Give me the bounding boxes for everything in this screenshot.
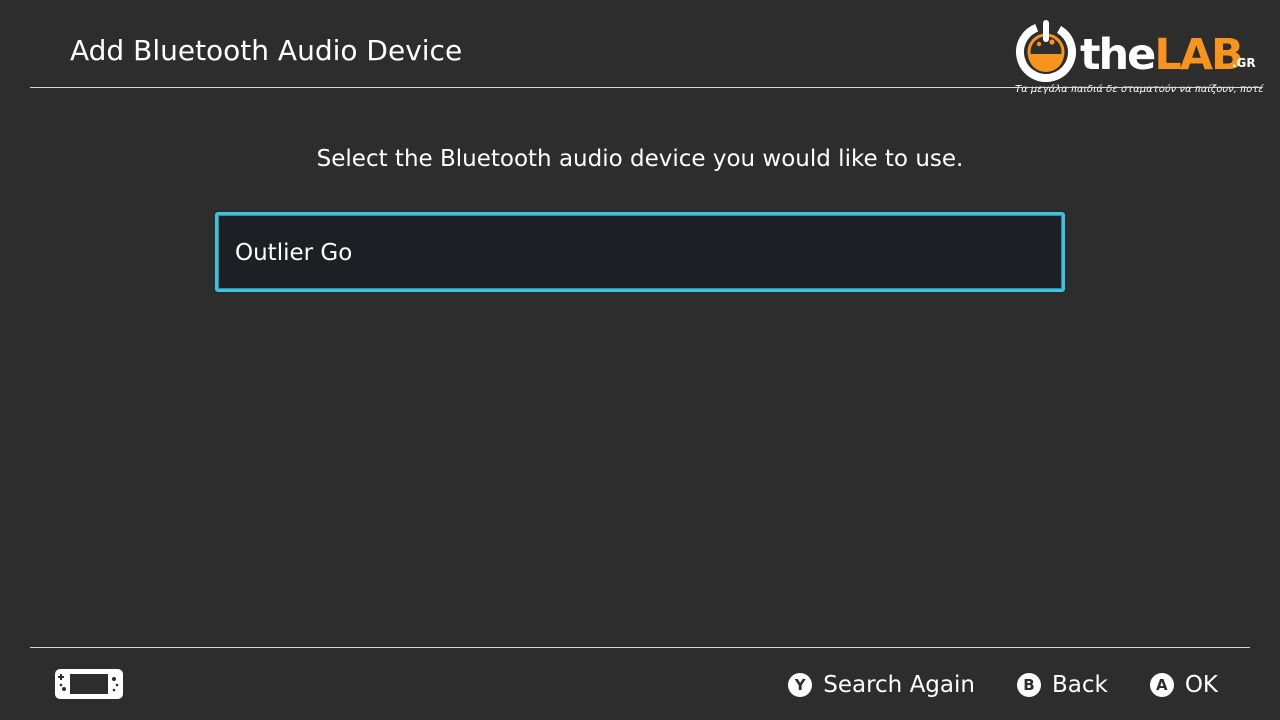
- brand-suffix: .GR: [1232, 56, 1256, 70]
- footer-divider: [30, 647, 1250, 648]
- a-button-icon: A: [1149, 673, 1174, 697]
- page-title: Add Bluetooth Audio Device: [70, 34, 463, 67]
- power-logo-icon: [1016, 20, 1076, 82]
- search-again-label: Search Again: [823, 672, 975, 698]
- brand-the: the: [1080, 30, 1156, 80]
- back-action[interactable]: B Back: [1016, 668, 1108, 702]
- header-divider: [30, 87, 1262, 88]
- brand-wordmark: theLAB: [1080, 30, 1244, 80]
- device-name: Outlier Go: [235, 240, 353, 266]
- ok-action[interactable]: A OK: [1149, 668, 1218, 702]
- back-label: Back: [1051, 672, 1108, 698]
- brand-lab: LAB: [1154, 30, 1243, 80]
- ok-label: OK: [1184, 672, 1218, 698]
- handheld-console-icon: [55, 669, 123, 699]
- brand-tagline: Τα μεγάλα παιδιά δε σταματούν να παίζουν…: [1015, 84, 1264, 95]
- y-button-icon: Y: [788, 673, 813, 697]
- device-list-item[interactable]: Outlier Go: [215, 212, 1065, 292]
- bluetooth-audio-screen: Add Bluetooth Audio Device theLAB .GR Τα…: [0, 0, 1280, 720]
- b-button-icon: B: [1016, 673, 1041, 697]
- footer-actions: Y Search Again B Back A OK: [746, 668, 1218, 702]
- instruction-text: Select the Bluetooth audio device you wo…: [316, 146, 964, 172]
- search-again-action[interactable]: Y Search Again: [788, 668, 975, 702]
